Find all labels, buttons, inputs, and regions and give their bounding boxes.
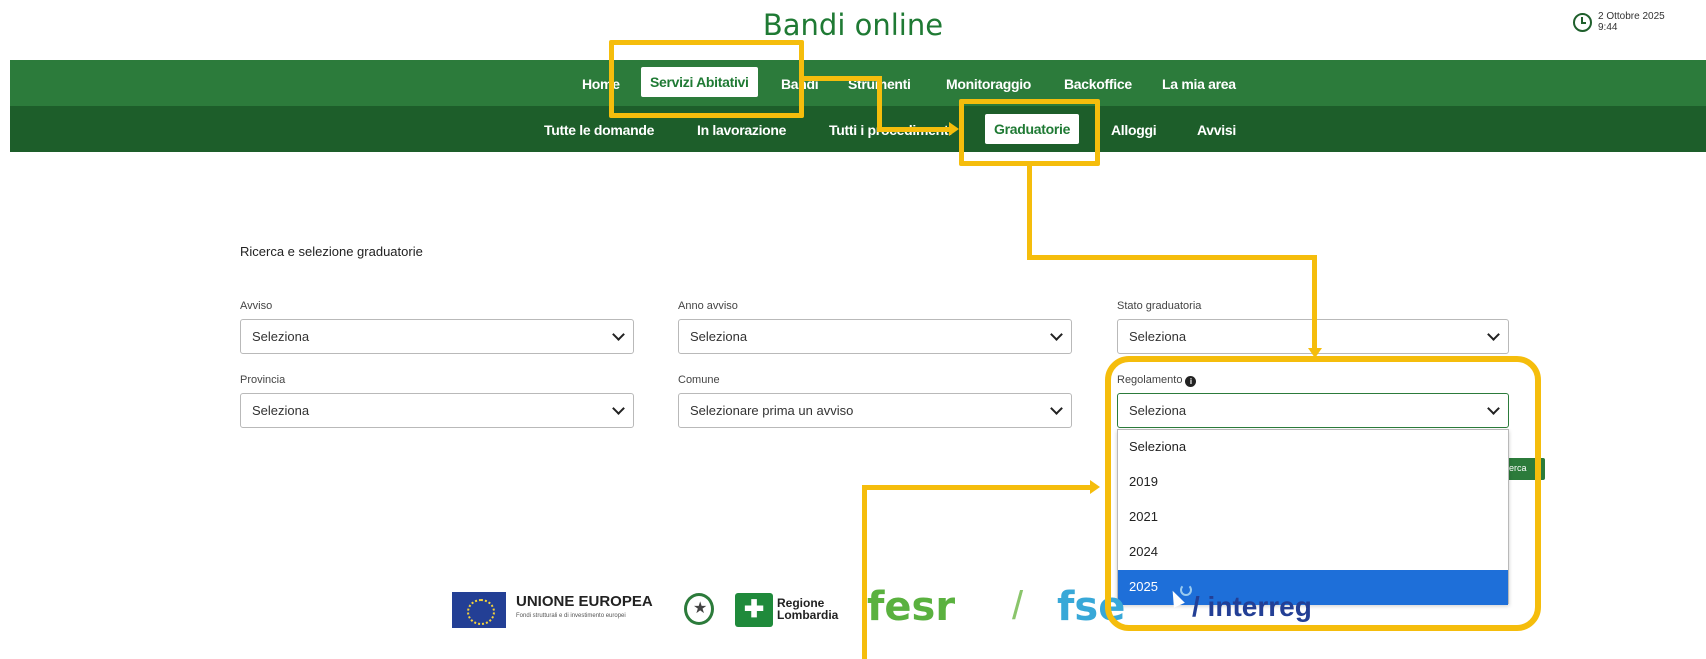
annotation-box-graduatorie (959, 99, 1100, 166)
label-provincia: Provincia (240, 374, 286, 386)
annotation-connector (877, 76, 882, 132)
chevron-down-icon (1050, 328, 1063, 341)
chevron-down-icon (612, 402, 625, 415)
chevron-down-icon (612, 328, 625, 341)
select-avviso[interactable]: Seleziona (240, 319, 634, 354)
label-anno-avviso: Anno avviso (678, 300, 738, 312)
ue-title: UNIONE EUROPEA (516, 593, 653, 610)
annotation-connector (804, 76, 882, 81)
date-text: 2 Ottobre 2025 (1598, 11, 1665, 22)
ue-subtitle: Fondi strutturali e di investimento euro… (516, 613, 626, 619)
time-text: 9:44 (1598, 22, 1618, 33)
annotation-box-servizi (609, 40, 804, 118)
label-avviso: Avviso (240, 300, 273, 312)
annotation-connector (1027, 166, 1032, 260)
subnav-avvisi[interactable]: Avvisi (1197, 122, 1236, 138)
nav-monitoraggio[interactable]: Monitoraggio (946, 76, 1031, 92)
annotation-connector (1312, 255, 1317, 352)
nav-backoffice[interactable]: Backoffice (1064, 76, 1132, 92)
section-title: Ricerca e selezione graduatorie (240, 244, 423, 259)
page: Bandi online 2 Ottobre 2025 9:44 Home Se… (0, 0, 1706, 659)
annotation-box-regolamento (1105, 356, 1541, 631)
annotation-connector (877, 127, 949, 132)
clock-icon (1573, 13, 1592, 32)
annotation-arrow-icon (1090, 480, 1100, 494)
annotation-connector (1027, 255, 1317, 260)
logo-separator: / (1012, 584, 1024, 628)
regione-lombardia-logo-icon: ✚ (735, 593, 773, 627)
subnav-tutte-le-domande[interactable]: Tutte le domande (544, 122, 654, 138)
eu-flag-icon (452, 592, 506, 628)
datetime: 2 Ottobre 2025 9:44 (1573, 11, 1665, 33)
select-anno-avviso[interactable]: Seleziona (678, 319, 1072, 354)
app-title: Bandi online (762, 8, 944, 42)
subnav-in-lavorazione[interactable]: In lavorazione (697, 122, 786, 138)
chevron-down-icon (1487, 328, 1500, 341)
select-comune[interactable]: Selezionare prima un avviso (678, 393, 1072, 428)
annotation-connector (862, 485, 1092, 490)
select-provincia[interactable]: Seleziona (240, 393, 634, 428)
fesr-logo: fesr (867, 584, 956, 630)
label-stato-graduatoria: Stato graduatoria (1117, 300, 1202, 312)
chevron-down-icon (1050, 402, 1063, 415)
annotation-arrow-icon (949, 122, 959, 136)
annotation-connector (862, 485, 867, 659)
loading-spinner-icon (1180, 584, 1192, 596)
subnav-alloggi[interactable]: Alloggi (1111, 122, 1157, 138)
nav-la-mia-area[interactable]: La mia area (1162, 76, 1236, 92)
regione-lombardia-text: Regione Lombardia (777, 596, 839, 622)
italian-emblem-icon (684, 593, 714, 625)
label-comune: Comune (678, 374, 720, 386)
